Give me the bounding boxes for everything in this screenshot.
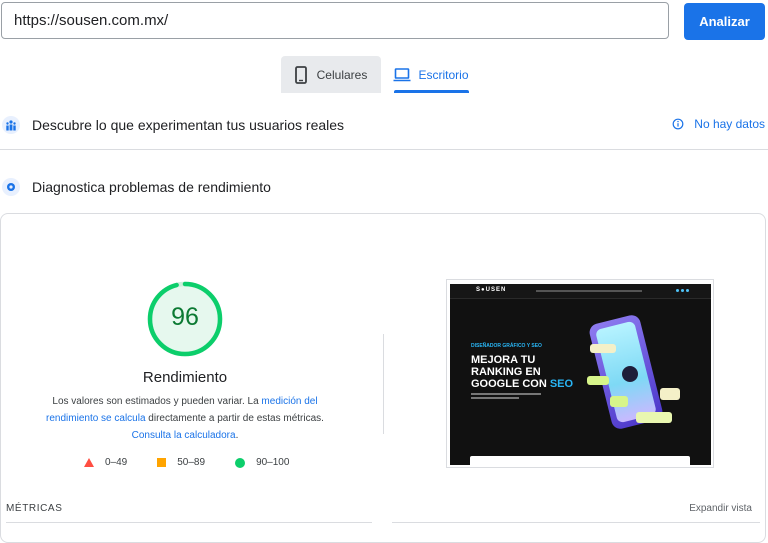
active-tab-indicator: [394, 90, 469, 93]
legend-fail-range: 0–49: [105, 457, 128, 468]
metrics-divider-left: [6, 522, 372, 523]
hero-heading-line-2: RANKING EN: [471, 366, 541, 378]
site-nav: [536, 290, 642, 292]
tab-desktop[interactable]: Escritorio: [393, 56, 469, 93]
hero-bottom-bar: [470, 456, 690, 465]
metrics-divider-right: [392, 522, 760, 523]
score-legend: 0–49 50–89 90–100: [84, 457, 319, 468]
no-data-label: No hay datos: [694, 117, 765, 131]
score-description: Los valores son estimados y pueden varia…: [28, 393, 342, 444]
hero-heading: MEJORA TU RANKING EN GOOGLE CON SEO: [471, 354, 573, 390]
hero-heading-line-1: MEJORA TU: [471, 354, 536, 366]
info-icon: [672, 118, 684, 130]
legend-item-fail: 0–49: [84, 457, 127, 468]
description-text-3: .: [235, 430, 239, 441]
site-logo: S●USEN: [476, 287, 507, 293]
circle-icon: [235, 457, 246, 468]
users-icon: [2, 116, 20, 134]
page-screenshot: S●USEN DISEÑADOR GRÁFICO Y SEO MEJORA TU…: [450, 284, 711, 465]
analyze-button[interactable]: Analizar: [684, 3, 765, 40]
vertical-divider: [383, 334, 384, 434]
url-input[interactable]: https://sousen.com.mx/: [1, 2, 669, 39]
tab-mobile-label: Celulares: [316, 67, 368, 82]
description-text-2: directamente a partir de estas métricas.: [145, 413, 324, 424]
legend-average-range: 50–89: [177, 457, 206, 468]
legend-item-average: 50–89: [157, 457, 205, 468]
no-data-status[interactable]: No hay datos: [672, 117, 765, 131]
tab-desktop-label: Escritorio: [418, 67, 469, 82]
tab-mobile[interactable]: Celulares: [281, 56, 381, 93]
square-icon: [157, 458, 167, 467]
legend-pass-range: 90–100: [256, 457, 290, 468]
performance-score: 96: [171, 303, 199, 331]
hero-heading-seo: SEO: [549, 378, 574, 390]
hero-eyebrow: DISEÑADOR GRÁFICO Y SEO: [471, 343, 542, 349]
diagnostics-icon: [2, 178, 20, 196]
field-data-header: Descubre lo que experimentan tus usuario…: [0, 110, 768, 140]
calculator-link[interactable]: Consulta la calculadora: [132, 430, 236, 441]
legend-item-pass: 90–100: [235, 457, 289, 468]
field-data-title: Descubre lo que experimentan tus usuario…: [32, 117, 345, 133]
triangle-icon: [84, 458, 94, 467]
hero-body-text: [471, 393, 541, 395]
lab-data-header: Diagnostica problemas de rendimiento: [0, 172, 768, 202]
hero-heading-line-3: GOOGLE CON SEO: [471, 378, 573, 390]
lab-data-title: Diagnostica problemas de rendimiento: [32, 179, 271, 195]
performance-label: Rendimiento: [142, 369, 228, 386]
metrics-label: MÉTRICAS: [6, 503, 63, 514]
smartphone-icon: [294, 65, 307, 84]
description-text-1: Los valores son estimados y pueden varia…: [52, 396, 262, 407]
section-divider: [0, 149, 768, 150]
hero-heading-line-3a: GOOGLE CON: [471, 378, 550, 390]
expand-view-toggle[interactable]: Expandir vista: [689, 503, 752, 514]
laptop-icon: [393, 67, 411, 81]
